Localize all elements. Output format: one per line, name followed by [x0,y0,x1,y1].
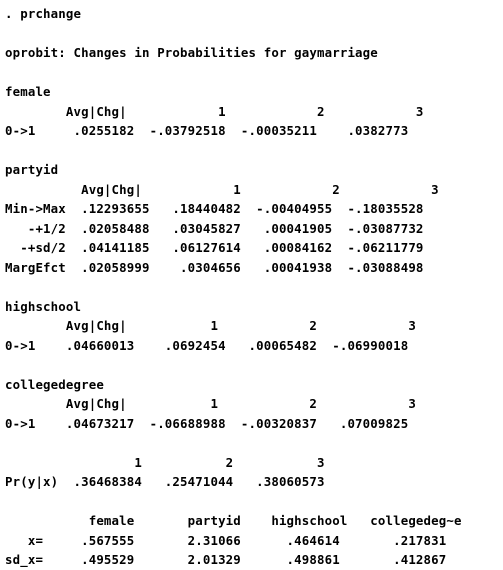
predicted-probability-row: Pr(y|x) .36468384 .25471044 .38060573 [5,474,325,489]
column-header-row: 1 2 3 [5,454,325,470]
data-row: MargEfct .02058999 .0304656 .00041938 -.… [5,259,424,275]
column-header-row: Avg|Chg| 1 2 3 [5,318,416,333]
variable-mean-row: x= .567555 2.31066 .464614 .217831 [5,532,447,548]
section-header-collegedegree: collegedegree [5,376,104,392]
column-header-row: Avg|Chg| 1 2 3 [5,396,416,411]
command-prompt-line: . prchange [5,6,82,21]
data-row: -+1/2 .02058488 .03045827 .00041905 -.03… [5,220,424,236]
variable-name-header-row: female partyid highschool collegedeg~e [5,513,462,528]
section-header-partyid: partyid [5,162,59,177]
variable-sd-row: sd_x= .495529 2.01329 .498861 .412867 [5,552,447,567]
output-title-line: oprobit: Changes in Probabilities for ga… [5,45,378,60]
data-row: 0->1 .04660013 .0692454 .00065482 -.0699… [5,337,409,353]
column-header-row: Avg|Chg| 1 2 3 [5,181,439,197]
data-row: 0->1 .0255182 -.03792518 -.00035211 .038… [5,123,409,138]
stata-results-console[interactable]: . prchange oprobit: Changes in Probabilit… [0,0,503,567]
column-header-row: Avg|Chg| 1 2 3 [5,103,424,119]
data-row: Min->Max .12293655 .18440482 -.00404955 … [5,201,424,216]
data-row: -+sd/2 .04141185 .06127614 .00084162 -.0… [5,240,424,255]
section-header-highschool: highschool [5,298,82,314]
section-header-female: female [5,84,51,99]
data-row: 0->1 .04673217 -.06688988 -.00320837 .07… [5,415,409,431]
